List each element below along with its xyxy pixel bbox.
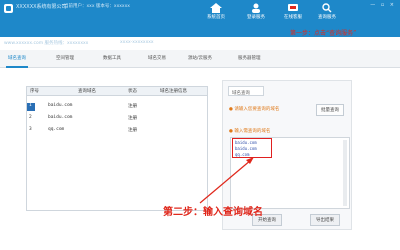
step-two-annotation: 第二步：输入查询域名 [163, 207, 263, 218]
